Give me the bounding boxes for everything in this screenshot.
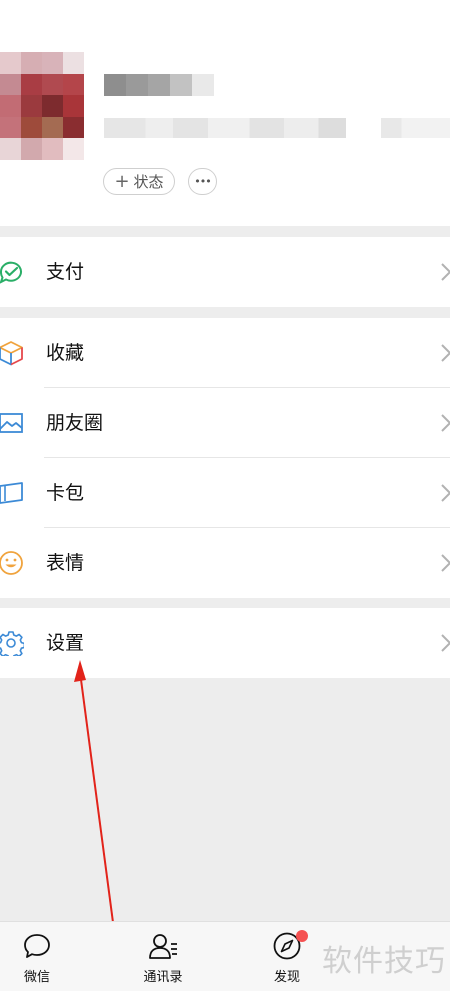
tab-label: 发现: [273, 970, 300, 985]
card-icon: [0, 482, 23, 504]
menu-item-label: 收藏: [46, 342, 85, 364]
tab-contacts[interactable]: 通讯录: [118, 922, 208, 991]
chevron-right-icon: [441, 484, 450, 502]
settings-group: 设置: [0, 608, 450, 678]
chevron-right-icon: [441, 344, 450, 362]
chevron-right-icon: [441, 263, 450, 281]
menu-item-cards[interactable]: 卡包: [0, 458, 450, 528]
tools-group: 收藏 朋友圈 卡包 表情: [0, 318, 450, 598]
tab-label: 通讯录: [143, 970, 183, 985]
watermark-text: 软件技巧: [322, 944, 446, 979]
menu-item-stickers[interactable]: 表情: [0, 528, 450, 598]
more-button[interactable]: •••: [188, 168, 217, 195]
menu-item-label: 表情: [46, 552, 85, 574]
avatar[interactable]: [0, 52, 84, 160]
menu-item-label: 设置: [46, 632, 85, 654]
nickname-blurred: [104, 74, 214, 96]
wechat-id-blurred: [104, 118, 450, 138]
menu-item-label: 卡包: [46, 482, 85, 504]
gear-icon: [0, 631, 24, 656]
tab-label: 微信: [23, 970, 50, 985]
status-button[interactable]: + 状态: [103, 168, 175, 195]
profile-header[interactable]: + 状态 •••: [0, 0, 450, 226]
wechat-pay-icon: [0, 261, 22, 284]
menu-item-label: 朋友圈: [46, 412, 104, 434]
chevron-right-icon: [441, 554, 450, 572]
menu-item-label: 支付: [46, 261, 85, 283]
contacts-icon: [149, 934, 177, 959]
plus-icon: +: [114, 170, 130, 192]
cube-icon: [0, 341, 23, 366]
tab-discover[interactable]: 发现: [242, 922, 332, 991]
menu-item-favorites[interactable]: 收藏: [0, 318, 450, 388]
tab-chats[interactable]: 微信: [0, 922, 82, 991]
more-dots-icon: •••: [194, 175, 211, 188]
menu-item-moments[interactable]: 朋友圈: [0, 388, 450, 458]
chevron-right-icon: [441, 634, 450, 652]
chevron-right-icon: [441, 414, 450, 432]
image-icon: [0, 413, 23, 433]
menu-item-settings[interactable]: 设置: [0, 608, 450, 678]
smiley-icon: [0, 551, 23, 575]
pay-group: 支付: [0, 237, 450, 307]
status-label: 状态: [133, 173, 164, 191]
menu-item-pay[interactable]: 支付: [0, 237, 450, 307]
chat-bubble-icon: [24, 934, 50, 958]
notification-dot: [296, 930, 308, 942]
